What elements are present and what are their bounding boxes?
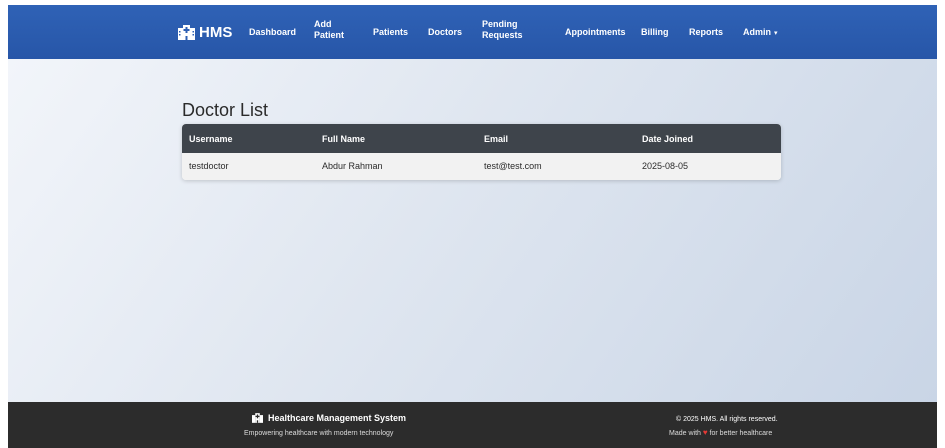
nav-add-patient-line2: Patient: [314, 30, 345, 40]
column-header-email: Email: [484, 134, 509, 144]
brand-text: HMS: [199, 23, 233, 41]
nav-admin-dropdown[interactable]: Admin ▾: [743, 27, 778, 39]
column-header-full-name: Full Name: [322, 134, 366, 144]
table-row: testdoctor Abdur Rahman test@test.com 20…: [182, 153, 781, 180]
nav-patients[interactable]: Patients: [373, 27, 408, 38]
nav-add-patient[interactable]: Add Patient: [314, 19, 344, 41]
footer-made-with: Made with ♥ for better healthcare: [669, 428, 772, 437]
cell-username: testdoctor: [189, 161, 229, 171]
cell-date-joined: 2025-08-05: [642, 161, 689, 171]
footer-made-with-suffix: for better healthcare: [709, 430, 773, 437]
footer-title: Healthcare Management System: [252, 413, 406, 423]
brand-link[interactable]: HMS: [178, 22, 232, 42]
nav-admin-label: Admin: [743, 27, 771, 37]
app-frame: HMS Dashboard Add Patient Patients Docto…: [8, 5, 937, 448]
hospital-icon: [178, 24, 195, 40]
nav-pending-line2: Requests: [482, 30, 523, 40]
hospital-icon: [252, 413, 263, 423]
nav-add-patient-line1: Add: [314, 19, 332, 29]
footer-subtitle: Empowering healthcare with modern techno…: [244, 430, 394, 437]
nav-billing[interactable]: Billing: [641, 27, 669, 38]
footer-title-text: Healthcare Management System: [268, 413, 407, 423]
table-header: Username Full Name Email Date Joined: [182, 124, 781, 153]
column-header-date-joined: Date Joined: [642, 134, 694, 144]
footer: Healthcare Management System Empowering …: [8, 402, 937, 448]
footer-made-with-prefix: Made with: [669, 430, 701, 437]
heart-icon: ♥: [702, 428, 708, 437]
nav-pending-line1: Pending: [482, 19, 518, 29]
main-content: Doctor List Username Full Name Email Dat…: [8, 59, 937, 402]
cell-full-name: Abdur Rahman: [322, 161, 383, 171]
nav-doctors[interactable]: Doctors: [428, 27, 462, 38]
nav-reports[interactable]: Reports: [689, 27, 723, 38]
cell-email: test@test.com: [484, 161, 542, 171]
caret-down-icon: ▾: [774, 30, 778, 37]
nav-dashboard[interactable]: Dashboard: [249, 27, 296, 38]
column-header-username: Username: [189, 134, 233, 144]
nav-pending-requests[interactable]: Pending Requests: [482, 19, 523, 41]
page-title: Doctor List: [182, 100, 269, 120]
top-navbar: HMS Dashboard Add Patient Patients Docto…: [8, 5, 937, 59]
doctor-table: Username Full Name Email Date Joined tes…: [182, 124, 781, 180]
nav-appointments[interactable]: Appointments: [565, 27, 626, 38]
footer-copyright: © 2025 HMS. All rights reserved.: [676, 416, 778, 423]
